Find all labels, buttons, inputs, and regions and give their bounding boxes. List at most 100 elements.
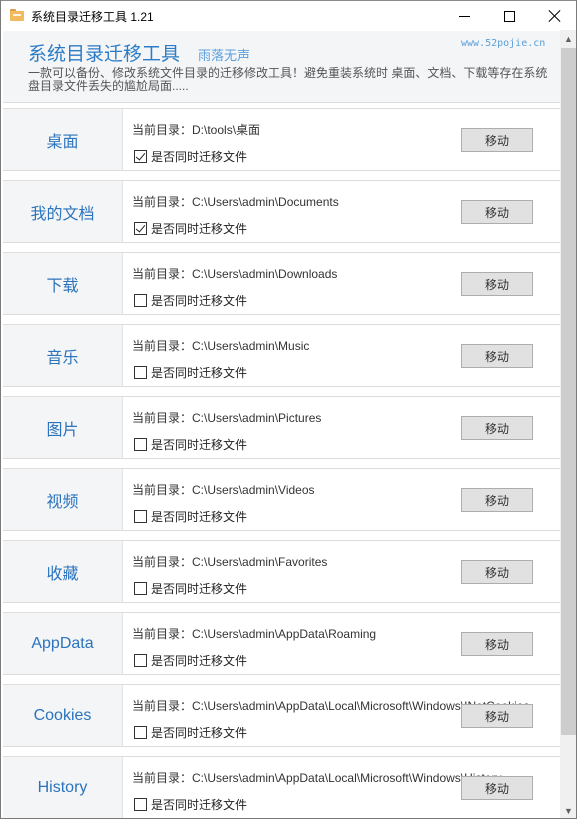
move-button[interactable]: 移动 [461, 776, 533, 800]
app-description: 一款可以备份、修改系统文件目录的迁移修改工具！避免重装系统时 桌面、文档、下载等… [28, 66, 548, 93]
checkbox-box[interactable] [134, 222, 147, 235]
path-value: C:\Users\admin\Favorites [192, 555, 328, 569]
checkbox-label: 是否同时迁移文件 [151, 294, 248, 308]
move-button[interactable]: 移动 [461, 704, 533, 728]
migrate-files-checkbox[interactable]: 是否同时迁移文件 [134, 436, 247, 453]
migrate-files-checkbox[interactable]: 是否同时迁移文件 [134, 652, 247, 669]
migrate-files-checkbox[interactable]: 是否同时迁移文件 [134, 292, 247, 309]
current-path: 当前目录：C:\Users\admin\AppData\Local\Micros… [132, 769, 501, 786]
migrate-files-checkbox[interactable]: 是否同时迁移文件 [134, 580, 247, 597]
path-value: C:\Users\admin\AppData\Local\Microsoft\W… [192, 771, 502, 785]
chevron-up-icon: ▲ [564, 33, 573, 44]
path-value: D:\tools\桌面 [192, 123, 261, 137]
checkbox-label: 是否同时迁移文件 [151, 438, 248, 452]
path-prefix: 当前目录： [132, 339, 193, 353]
checkbox-box[interactable] [134, 726, 147, 739]
folder-label: 收藏 [3, 541, 123, 602]
checkbox-box[interactable] [134, 582, 147, 595]
client-area: 系统目录迁移工具 雨落无声 www.52pojie.cn 一款可以备份、修改系统… [1, 30, 576, 818]
header-panel: 系统目录迁移工具 雨落无声 www.52pojie.cn 一款可以备份、修改系统… [3, 31, 560, 103]
current-path: 当前目录：C:\Users\admin\AppData\Roaming [132, 625, 376, 642]
move-button[interactable]: 移动 [461, 272, 533, 296]
minimize-icon [458, 15, 470, 17]
folder-label: History [3, 757, 123, 818]
folder-row: AppData 当前目录：C:\Users\admin\AppData\Roami… [3, 612, 560, 675]
folder-row: 收藏 当前目录：C:\Users\admin\Favorites 是否同时迁移文件 移… [3, 540, 560, 603]
migrate-files-checkbox[interactable]: 是否同时迁移文件 [134, 508, 247, 525]
scroll-down-button[interactable]: ▼ [560, 802, 576, 818]
migrate-files-checkbox[interactable]: 是否同时迁移文件 [134, 148, 247, 165]
move-button[interactable]: 移动 [461, 128, 533, 152]
migrate-files-checkbox[interactable]: 是否同时迁移文件 [134, 364, 247, 381]
path-prefix: 当前目录： [132, 411, 193, 425]
checkbox-box[interactable] [134, 654, 147, 667]
folder-icon [10, 9, 24, 21]
checkbox-label: 是否同时迁移文件 [151, 510, 248, 524]
move-button[interactable]: 移动 [461, 200, 533, 224]
close-icon [549, 10, 561, 22]
checkbox-box[interactable] [134, 150, 147, 163]
app-title: 系统目录迁移工具 [28, 44, 181, 65]
app-window: 系统目录迁移工具 1.21 系统目录迁移工具 雨落无声 www.52pojie.… [0, 0, 577, 819]
checkbox-label: 是否同时迁移文件 [151, 582, 248, 596]
path-value: C:\Users\admin\AppData\Roaming [192, 627, 377, 641]
current-path: 当前目录：C:\Users\admin\Favorites [132, 553, 327, 570]
path-value: C:\Users\admin\Music [192, 339, 310, 353]
migrate-files-checkbox[interactable]: 是否同时迁移文件 [134, 796, 247, 813]
folder-row: 下载 当前目录：C:\Users\admin\Downloads 是否同时迁移文件 移… [3, 252, 560, 315]
checkbox-label: 是否同时迁移文件 [151, 654, 248, 668]
scrollbar-thumb[interactable] [561, 48, 576, 735]
checkbox-label: 是否同时迁移文件 [151, 726, 248, 740]
checkbox-label: 是否同时迁移文件 [151, 798, 248, 812]
folder-row: 图片 当前目录：C:\Users\admin\Pictures 是否同时迁移文件 移动 [3, 396, 560, 459]
path-prefix: 当前目录： [132, 699, 193, 713]
maximize-icon [503, 10, 515, 22]
checkbox-label: 是否同时迁移文件 [151, 366, 248, 380]
window-title: 系统目录迁移工具 1.21 [31, 10, 154, 24]
current-path: 当前目录：C:\Users\admin\Downloads [132, 265, 337, 282]
folder-row: Cookies 当前目录：C:\Users\admin\AppData\Local… [3, 684, 560, 747]
title-bar: 系统目录迁移工具 1.21 [1, 0, 576, 31]
close-button[interactable] [532, 1, 576, 31]
checkbox-box[interactable] [134, 366, 147, 379]
path-prefix: 当前目录： [132, 483, 193, 497]
move-button[interactable]: 移动 [461, 488, 533, 512]
current-path: 当前目录：C:\Users\admin\Music [132, 337, 309, 354]
folder-label: 桌面 [3, 109, 123, 170]
migrate-files-checkbox[interactable]: 是否同时迁移文件 [134, 220, 247, 237]
checkbox-box[interactable] [134, 294, 147, 307]
path-prefix: 当前目录： [132, 627, 193, 641]
path-value: C:\Users\admin\Videos [192, 483, 315, 497]
migrate-files-checkbox[interactable]: 是否同时迁移文件 [134, 724, 247, 741]
folder-label: AppData [3, 613, 123, 674]
path-prefix: 当前目录： [132, 771, 193, 785]
move-button[interactable]: 移动 [461, 416, 533, 440]
checkbox-box[interactable] [134, 510, 147, 523]
minimize-button[interactable] [441, 1, 487, 31]
checkbox-box[interactable] [134, 798, 147, 811]
chevron-down-icon: ▼ [564, 805, 573, 816]
path-value: C:\Users\admin\Documents [192, 195, 339, 209]
path-prefix: 当前目录： [132, 555, 193, 569]
site-link[interactable]: www.52pojie.cn [461, 38, 545, 49]
checkbox-label: 是否同时迁移文件 [151, 150, 248, 164]
move-button[interactable]: 移动 [461, 632, 533, 656]
checkbox-box[interactable] [134, 438, 147, 451]
move-button[interactable]: 移动 [461, 560, 533, 584]
move-button[interactable]: 移动 [461, 344, 533, 368]
path-prefix: 当前目录： [132, 195, 193, 209]
folder-label: 音乐 [3, 325, 123, 386]
path-value: C:\Users\admin\Pictures [192, 411, 322, 425]
path-prefix: 当前目录： [132, 123, 193, 137]
folder-row: 视频 当前目录：C:\Users\admin\Videos 是否同时迁移文件 移动 [3, 468, 560, 531]
current-path: 当前目录：D:\tools\桌面 [132, 121, 260, 138]
path-prefix: 当前目录： [132, 267, 193, 281]
path-value: C:\Users\admin\Downloads [192, 267, 338, 281]
scroll-up-button[interactable]: ▲ [560, 30, 576, 47]
folder-label: 下载 [3, 253, 123, 314]
vertical-scrollbar[interactable]: ▲ ▼ [560, 30, 576, 818]
checkbox-label: 是否同时迁移文件 [151, 222, 248, 236]
maximize-button[interactable] [486, 1, 532, 31]
folder-row: 音乐 当前目录：C:\Users\admin\Music 是否同时迁移文件 移动 [3, 324, 560, 387]
current-path: 当前目录：C:\Users\admin\Videos [132, 481, 315, 498]
